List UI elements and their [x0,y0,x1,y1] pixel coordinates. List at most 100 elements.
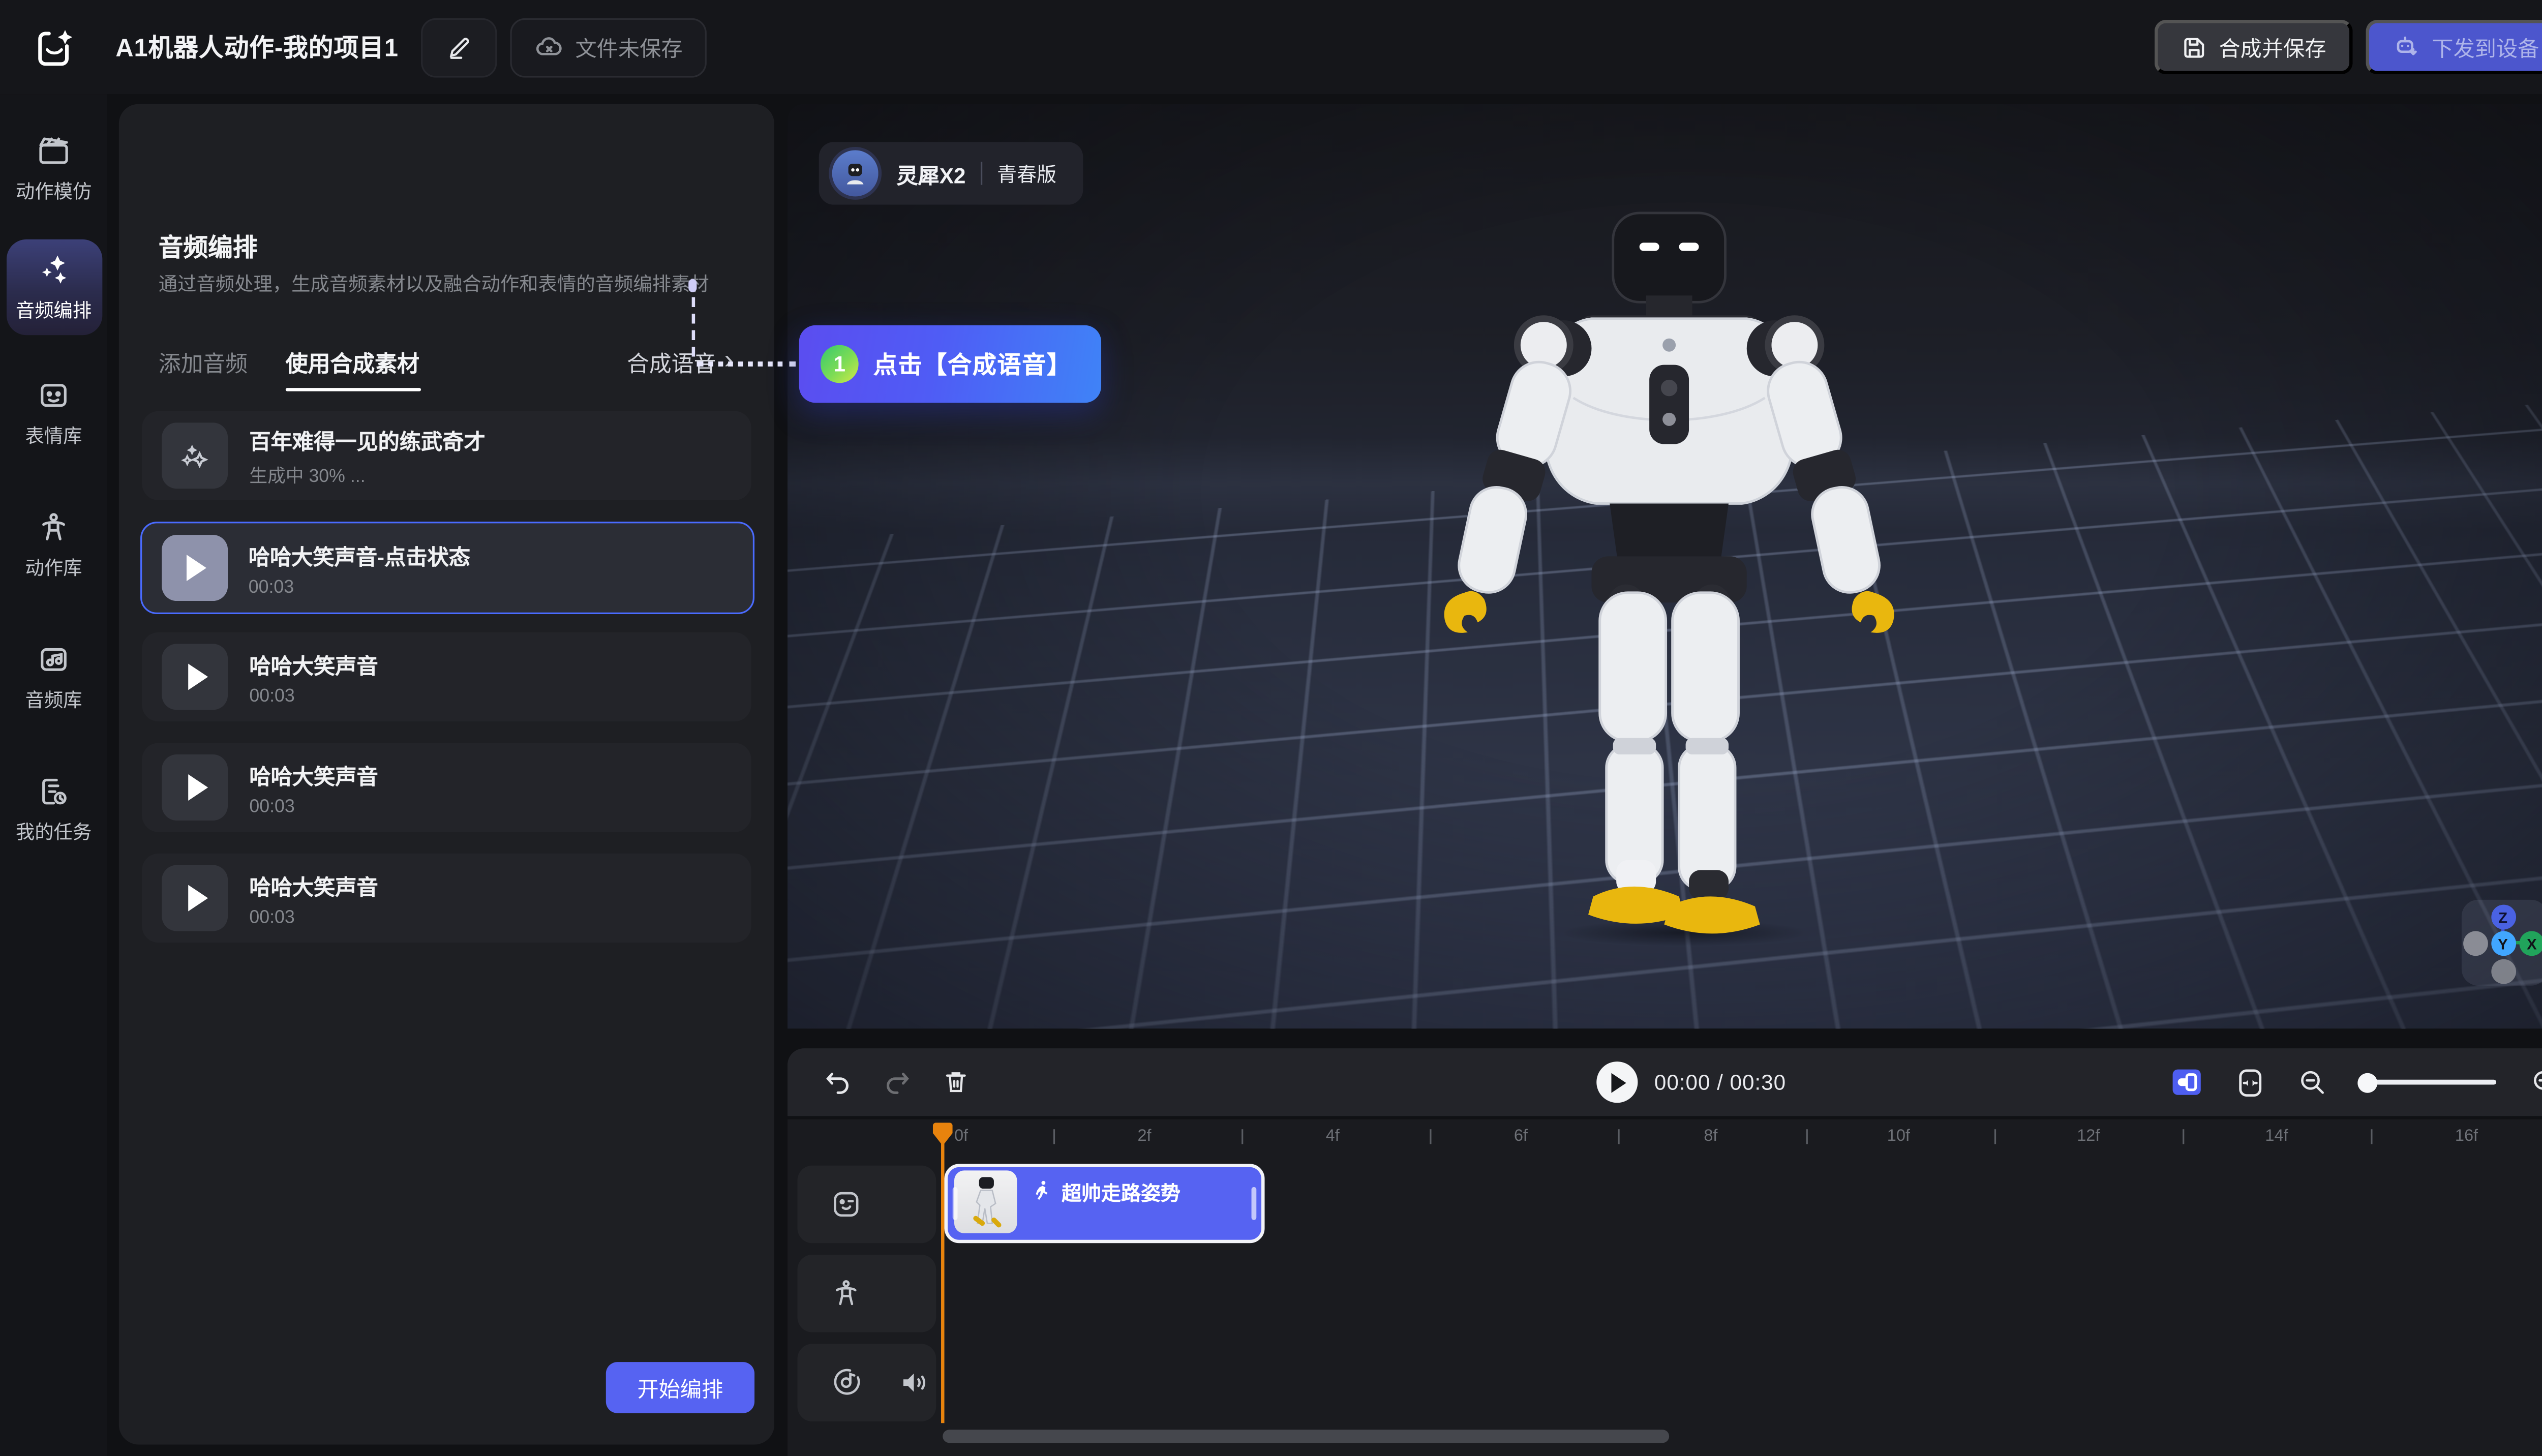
file-status-badge: 文件未保存 [511,17,707,77]
audio-item-duration: 00:03 [249,907,378,927]
clip-label-text: 超帅走路姿势 [1062,1179,1181,1207]
track-header-audio[interactable] [797,1344,936,1421]
track-header-expression[interactable] [797,1166,936,1243]
active-tab-underline [286,388,421,391]
clip-thumbnail [954,1170,1017,1233]
model-name: 灵犀X2 [896,158,965,189]
task-list-icon [36,773,71,809]
play-icon[interactable] [162,644,228,710]
ruler-tick [1618,1129,1619,1144]
timeline[interactable]: 0f 2f 4f 6f 8f 10f 12f 14f 16f [788,1119,2542,1456]
cloud-unsaved-icon [536,33,564,61]
clip-left-handle[interactable] [953,1187,958,1220]
ruler-tick [1053,1129,1055,1144]
timeline-clip-motion[interactable]: 超帅走路姿势 [945,1164,1265,1243]
ruler-label: 14f [2265,1128,2288,1146]
audio-item[interactable]: 哈哈大笑声音 00:03 [142,632,751,721]
rename-button[interactable] [421,17,497,77]
panel-title: 音频编排 [159,229,258,264]
sidebar-item-audio-library[interactable]: 音频库 [6,629,101,724]
gizmo-neg-x-handle[interactable] [2463,931,2488,956]
trash-icon [943,1068,969,1096]
guide-connector-vertical [692,297,695,357]
file-status-text: 文件未保存 [575,32,682,63]
panel-description: 通过音频处理，生成音频素材以及融合动作和表情的音频编排素材 [159,274,740,299]
3d-viewport[interactable]: 灵犀X2 青春版 Z Y X [788,104,2542,1029]
robot-model[interactable] [1421,203,1917,946]
ruler-tick [1242,1129,1243,1144]
speaker-icon[interactable] [898,1367,930,1399]
timeline-controls: 00:00 / 00:30 [788,1048,2542,1116]
sidebar-item-audio-arrange[interactable]: 音频编排 [6,239,101,335]
running-person-icon [1032,1179,1052,1200]
gizmo-neg-z-handle[interactable] [2491,959,2516,984]
axis-gizmo[interactable]: Z Y X [2462,900,2542,986]
timeline-horizontal-scrollbar[interactable] [943,1430,1669,1443]
model-chip[interactable]: 灵犀X2 青春版 [819,142,1083,204]
sidebar-item-motion-mimic[interactable]: 动作模仿 [6,120,101,216]
redo-button[interactable] [883,1068,911,1096]
deploy-button-label: 下发到设备 [2432,32,2539,63]
start-arrange-button[interactable]: 开始编排 [606,1362,754,1413]
ruler-label: 0f [954,1128,968,1146]
delete-button[interactable] [943,1068,969,1096]
tab-add-audio[interactable]: 添加音频 [159,345,248,378]
play-icon[interactable] [162,865,228,931]
app-logo-icon [35,25,77,68]
save-button-label: 合成并保存 [2219,32,2326,63]
audio-disc-icon [830,1367,862,1399]
person-icon [830,1278,862,1309]
clip-width-icon[interactable] [2237,1067,2263,1097]
top-bar: A1机器人动作-我的项目1 文件未保存 合成并保存 下发到设备 [0,0,2542,94]
gizmo-y-handle[interactable]: Y [2491,931,2516,956]
ruler-tick [2371,1129,2372,1144]
ruler-label: 8f [1704,1128,1717,1146]
save-button[interactable]: 合成并保存 [2155,20,2353,74]
music-box-icon [36,641,71,677]
play-icon[interactable] [161,535,227,601]
sidebar-item-my-tasks[interactable]: 我的任务 [6,761,101,857]
gizmo-z-handle[interactable]: Z [2491,905,2516,930]
person-icon [36,508,71,544]
audio-item[interactable]: 哈哈大笑声音 00:03 [142,743,751,832]
clip-right-handle[interactable] [1252,1187,1257,1220]
model-avatar [829,147,882,200]
ruler-tick [1994,1129,1996,1144]
play-icon [1611,1072,1626,1092]
sidebar: 动作模仿 音频编排 表情库 动作库 音频库 [0,94,107,1456]
play-icon[interactable] [162,754,228,821]
clapperboard-icon [36,132,71,168]
ruler-label: 4f [1326,1128,1340,1146]
slider-knob[interactable] [2357,1072,2377,1092]
ruler-label: 16f [2455,1128,2478,1146]
undo-button[interactable] [824,1068,852,1096]
sidebar-item-motion-library[interactable]: 动作库 [6,497,101,592]
zoom-out-icon[interactable] [2298,1068,2326,1096]
wink-face-icon [830,1189,862,1220]
audio-item-generating[interactable]: 百年难得一见的练武奇才 生成中 30% ... [142,411,751,500]
sidebar-label: 动作模仿 [16,178,92,205]
audio-item-selected[interactable]: 哈哈大笑声音-点击状态 00:03 [139,522,753,614]
sparkle-icon [162,422,228,489]
timeline-zoom-slider[interactable] [2361,1080,2496,1085]
track-header-motion[interactable] [797,1255,936,1332]
ruler-label: 10f [1887,1128,1910,1146]
model-variant: 青春版 [997,159,1056,187]
audio-item[interactable]: 哈哈大笑声音 00:03 [142,854,751,943]
gizmo-x-handle[interactable]: X [2520,931,2542,956]
sidebar-item-expression-library[interactable]: 表情库 [6,365,101,461]
ruler-tick [1806,1129,1808,1144]
fit-timeline-icon[interactable] [2171,1068,2202,1096]
time-display: 00:00 / 00:30 [1654,1070,1786,1095]
tab-use-synth-material[interactable]: 使用合成素材 [286,345,419,378]
zoom-in-icon[interactable] [2531,1068,2542,1096]
guide-connector-dot [688,279,697,292]
sidebar-label: 音频编排 [16,297,92,324]
ruler-tick [1430,1129,1431,1144]
audio-item-status: 生成中 30% ... [249,462,485,488]
play-button[interactable] [1596,1061,1638,1103]
deploy-to-device-button[interactable]: 下发到设备 [2366,20,2542,74]
audio-item-title: 百年难得一见的练武奇才 [249,423,485,455]
ruler-label: 6f [1514,1128,1528,1146]
audio-item-title: 哈哈大笑声音 [249,869,378,901]
